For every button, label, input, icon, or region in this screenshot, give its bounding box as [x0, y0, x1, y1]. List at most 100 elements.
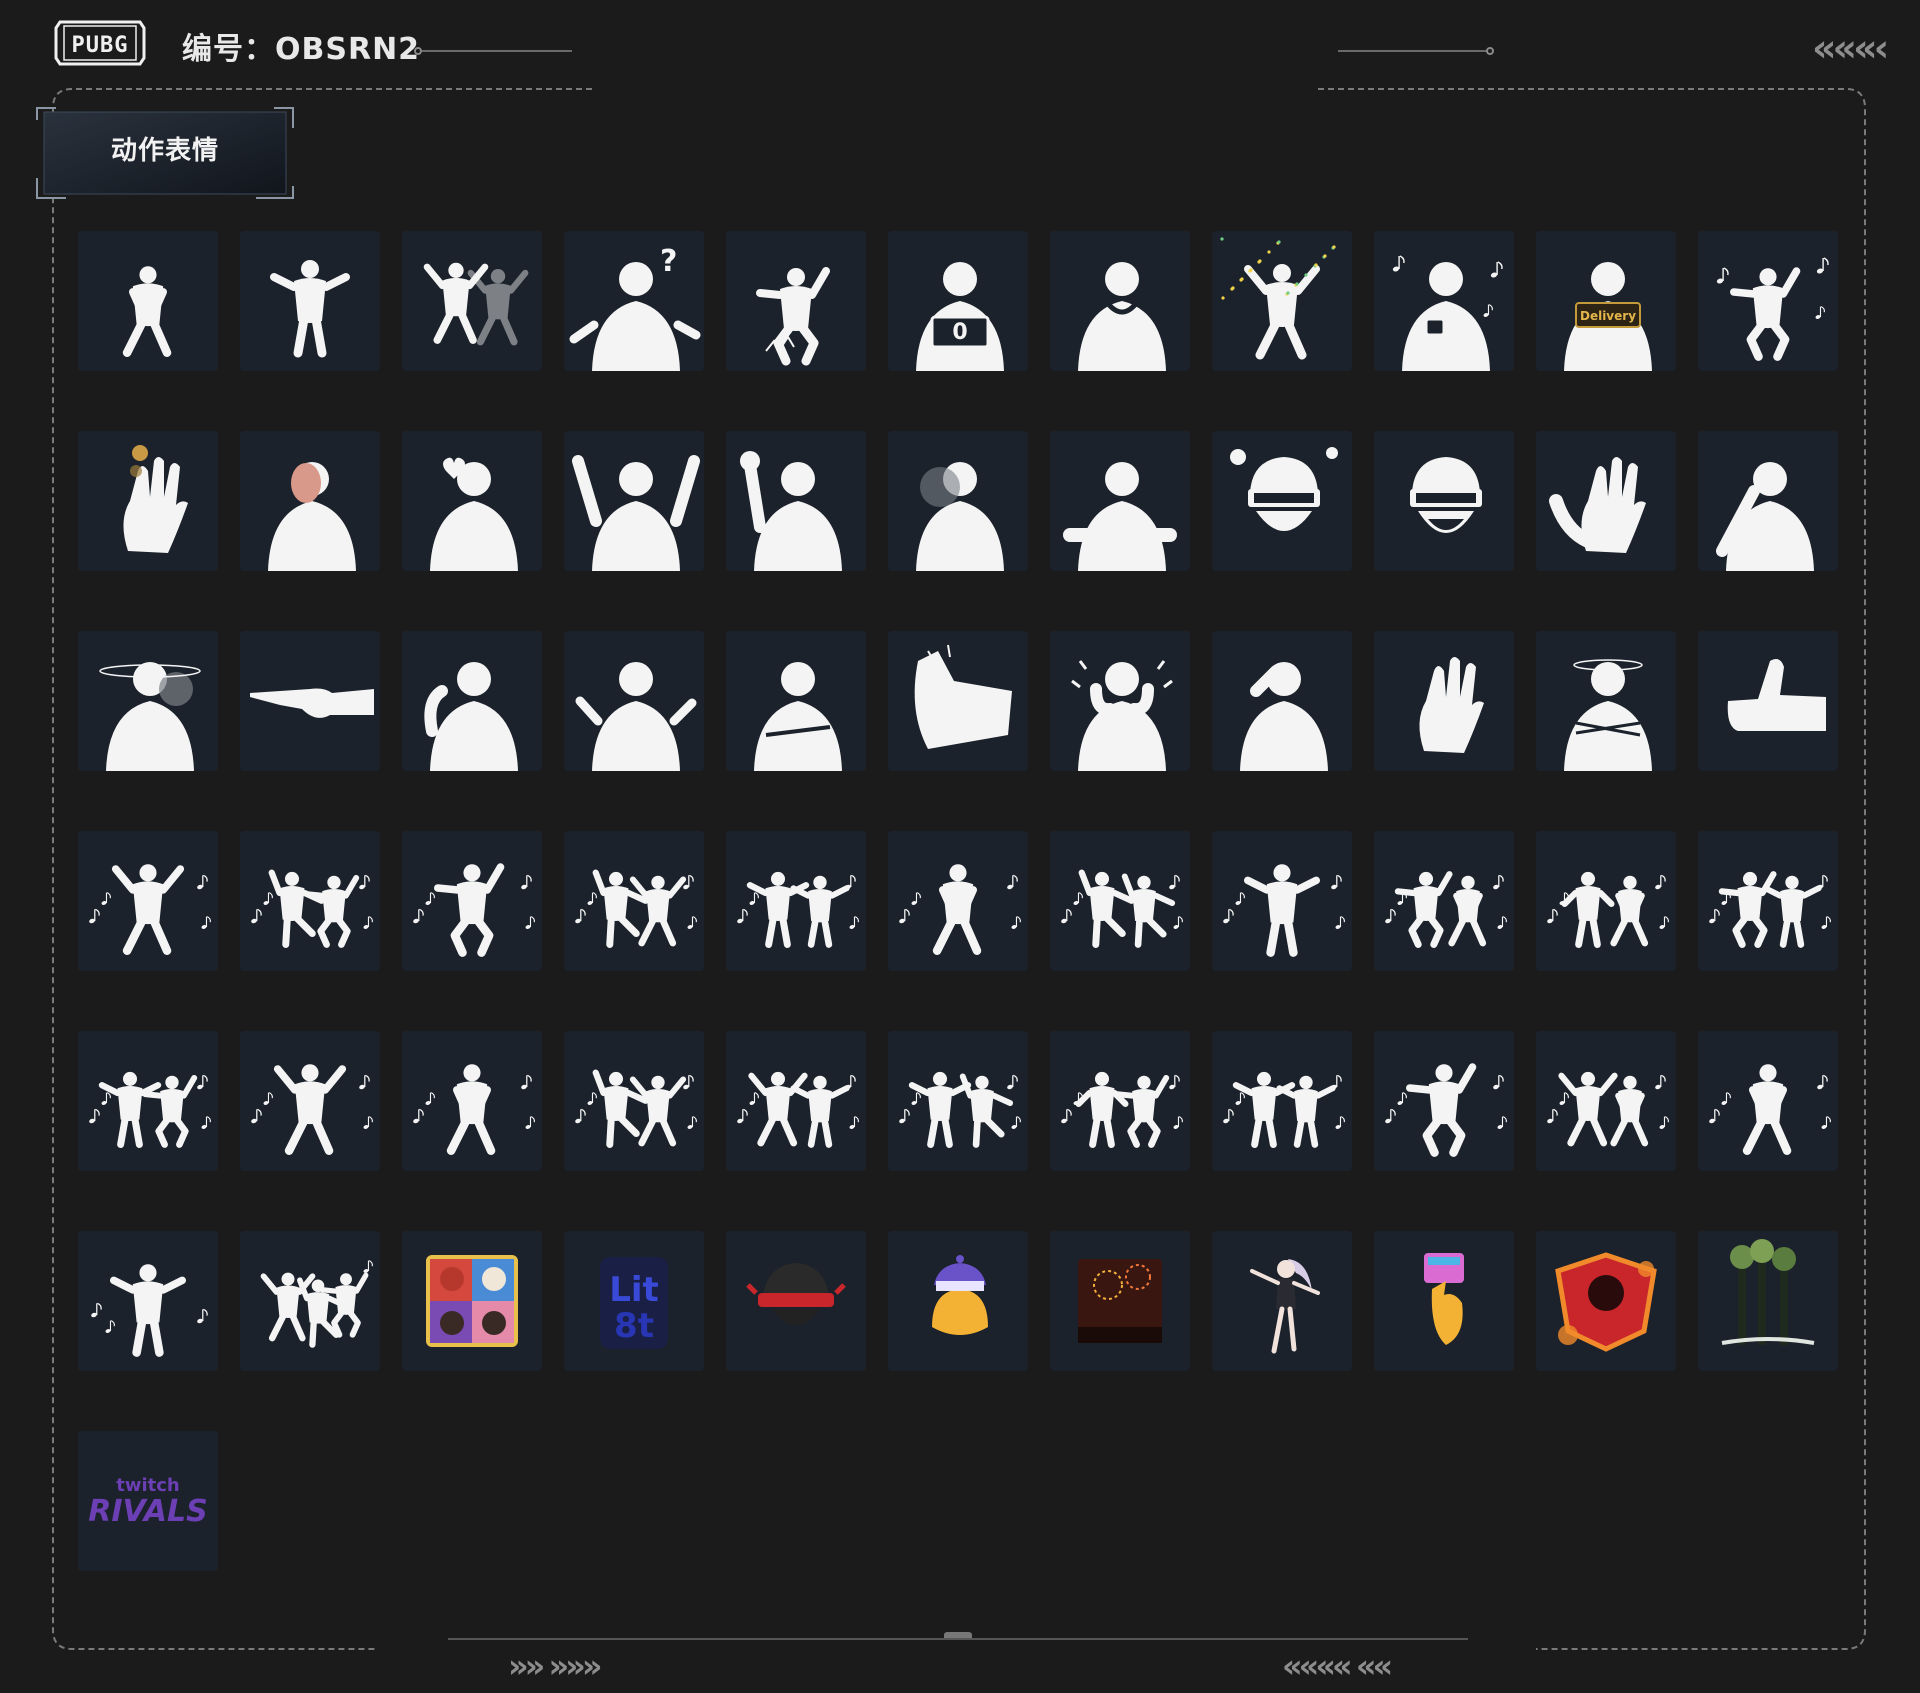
- dance-12-icon: [89, 1071, 211, 1148]
- emote-tile[interactable]: [726, 1031, 866, 1171]
- emote-tile[interactable]: [1536, 1231, 1676, 1371]
- emote-tile[interactable]: [1212, 1031, 1352, 1171]
- heart-hand-icon: [430, 457, 518, 571]
- emote-tile[interactable]: [564, 831, 704, 971]
- mirror-figure-icon: [268, 462, 356, 571]
- emote-tile[interactable]: Delivery: [1536, 231, 1676, 371]
- emote-tile[interactable]: [1374, 431, 1514, 571]
- emote-tile[interactable]: [240, 431, 380, 571]
- emote-tile[interactable]: [402, 1231, 542, 1371]
- emote-tile[interactable]: [1698, 231, 1838, 371]
- emote-tile[interactable]: [726, 831, 866, 971]
- emote-tile[interactable]: [1212, 831, 1352, 971]
- confused-shrug-icon: ?: [569, 244, 701, 371]
- emote-tile[interactable]: [1374, 231, 1514, 371]
- emote-tile[interactable]: [1212, 431, 1352, 571]
- head-turn-icon: [916, 462, 1004, 571]
- dizzy-head-icon: [99, 662, 201, 771]
- dance-10-icon: [1547, 871, 1669, 948]
- emote-tile[interactable]: [240, 1231, 380, 1371]
- emote-tile[interactable]: [1536, 631, 1676, 771]
- emote-tile[interactable]: [1374, 631, 1514, 771]
- emote-tile[interactable]: [888, 631, 1028, 771]
- salute-icon: [424, 662, 518, 771]
- emote-tile[interactable]: [240, 631, 380, 771]
- emote-tile[interactable]: [78, 1031, 218, 1171]
- dance-05-icon: [737, 871, 859, 948]
- anime-girls-icon: [426, 1255, 518, 1347]
- emote-tile[interactable]: [1698, 831, 1838, 971]
- emote-tile[interactable]: [1050, 231, 1190, 371]
- emote-tile[interactable]: [1374, 1031, 1514, 1171]
- flame-badge-icon: [1555, 1252, 1657, 1352]
- kick-icon: [914, 644, 1012, 749]
- dance-19-icon: [1223, 1071, 1345, 1148]
- dance-22-icon: [1709, 1064, 1831, 1155]
- emote-tile[interactable]: [1698, 1031, 1838, 1171]
- emote-tile[interactable]: [402, 631, 542, 771]
- emote-tile[interactable]: [78, 831, 218, 971]
- emote-tile[interactable]: Lit 8t: [564, 1231, 704, 1371]
- emote-tile[interactable]: [1050, 431, 1190, 571]
- emote-tile[interactable]: [1050, 831, 1190, 971]
- emote-tile[interactable]: [726, 631, 866, 771]
- emote-tile[interactable]: [1050, 1231, 1190, 1371]
- emote-tile[interactable]: [402, 431, 542, 571]
- emote-tile[interactable]: [1698, 631, 1838, 771]
- emote-tile[interactable]: [78, 431, 218, 571]
- emote-tile[interactable]: [240, 831, 380, 971]
- emote-tile[interactable]: [78, 631, 218, 771]
- emote-grid: ? 0 Delivery Lit 8t twitch RIVALS: [78, 231, 1838, 1571]
- emote-tile[interactable]: [402, 231, 542, 371]
- cross-arms-spin-icon: [1564, 659, 1652, 771]
- twitch-rivals-icon: twitchRIVALS: [88, 1475, 207, 1529]
- hands-up-icon: [572, 455, 700, 571]
- emote-tile[interactable]: [726, 231, 866, 371]
- account-code: 编号：OBSRN2: [182, 32, 421, 67]
- score-card-icon: 0: [916, 262, 1004, 371]
- emote-tile[interactable]: [726, 431, 866, 571]
- emote-tile[interactable]: [564, 1031, 704, 1171]
- laughing-helmet-icon: [1410, 457, 1482, 533]
- emote-tile[interactable]: [78, 231, 218, 371]
- dance-04-icon: [575, 869, 697, 948]
- emote-tile[interactable]: [1536, 1031, 1676, 1171]
- emote-tile[interactable]: [1698, 431, 1838, 571]
- facepalm-icon: [1716, 462, 1814, 571]
- emote-tile[interactable]: [888, 431, 1028, 571]
- emote-tile[interactable]: [564, 431, 704, 571]
- emote-tile[interactable]: [564, 631, 704, 771]
- emote-tile[interactable]: [888, 1031, 1028, 1171]
- red-helmet-icon: [746, 1263, 846, 1325]
- dance-20-icon: [1385, 1063, 1507, 1157]
- dance-13-icon: [251, 1064, 373, 1155]
- emote-tile[interactable]: ?: [564, 231, 704, 371]
- emote-tile[interactable]: [1212, 631, 1352, 771]
- emote-tile[interactable]: 0: [888, 231, 1028, 371]
- emote-tile[interactable]: twitch RIVALS: [78, 1431, 218, 1571]
- emote-tile[interactable]: [240, 231, 380, 371]
- squat-smash-icon: [756, 267, 830, 366]
- shrug-icon: [575, 662, 697, 771]
- emote-tile[interactable]: [1374, 831, 1514, 971]
- emote-tile[interactable]: [1536, 831, 1676, 971]
- emote-tile[interactable]: [402, 1031, 542, 1171]
- emote-tile[interactable]: [1698, 1231, 1838, 1371]
- emote-tile[interactable]: [888, 1231, 1028, 1371]
- emote-tile[interactable]: [402, 831, 542, 971]
- yellow-chick-icon: [932, 1255, 988, 1335]
- svg-text:?: ?: [660, 244, 677, 279]
- tab-emotes[interactable]: 动作表情: [36, 106, 294, 200]
- emote-tile[interactable]: [240, 1031, 380, 1171]
- emote-tile[interactable]: [888, 831, 1028, 971]
- emote-tile[interactable]: [1374, 1231, 1514, 1371]
- emote-tile[interactable]: [1212, 1231, 1352, 1371]
- clap-hands-icon: [1549, 457, 1646, 553]
- emote-tile[interactable]: [726, 1231, 866, 1371]
- fireworks-icon: [1078, 1259, 1162, 1343]
- emote-tile[interactable]: [1050, 631, 1190, 771]
- emote-tile[interactable]: [78, 1231, 218, 1371]
- emote-tile[interactable]: [1212, 231, 1352, 371]
- emote-tile[interactable]: [1050, 1031, 1190, 1171]
- emote-tile[interactable]: [1536, 431, 1676, 571]
